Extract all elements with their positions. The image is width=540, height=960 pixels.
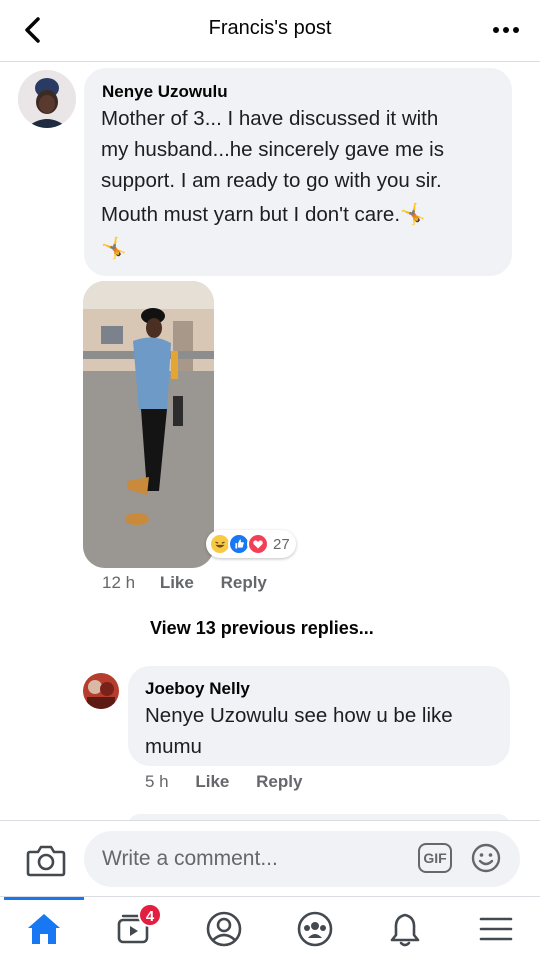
comment-line: support. I am ready to go with you sir. bbox=[101, 169, 442, 192]
reply-text: Nenye Uzowulu see how u be like mumu bbox=[145, 700, 505, 762]
commenter-avatar[interactable] bbox=[18, 70, 76, 128]
reply-meta: 5 h Like Reply bbox=[145, 772, 302, 792]
reply-avatar-photo bbox=[83, 673, 119, 709]
comment-text: Mother of 3... I have discussed it with … bbox=[101, 103, 501, 264]
photo-image bbox=[83, 281, 214, 568]
reply-author[interactable]: Joeboy Nelly bbox=[145, 679, 250, 699]
comment-line: Mother of 3... I have discussed it with bbox=[101, 107, 439, 130]
like-button[interactable]: Like bbox=[160, 573, 194, 593]
reply-button[interactable]: Reply bbox=[221, 573, 267, 593]
comment-photo[interactable] bbox=[83, 281, 214, 568]
reply-avatar[interactable] bbox=[83, 673, 119, 709]
reply-line: mumu bbox=[145, 735, 202, 758]
comment-author[interactable]: Nenye Uzowulu bbox=[102, 82, 228, 102]
reply-reply-button[interactable]: Reply bbox=[256, 772, 302, 792]
reaction-summary[interactable]: 27 bbox=[206, 530, 296, 558]
bottom-navigation: 4 bbox=[0, 896, 540, 960]
smiley-icon[interactable] bbox=[470, 842, 502, 874]
love-reaction-icon bbox=[247, 533, 269, 555]
bell-icon[interactable] bbox=[385, 909, 425, 949]
comment-bubble[interactable]: Nenye Uzowulu Mother of 3... I have disc… bbox=[84, 68, 512, 276]
post-header: Francis's post bbox=[0, 0, 540, 62]
comment-input-placeholder: Write a comment... bbox=[102, 847, 278, 870]
reply-line: Nenye Uzowulu see how u be like bbox=[145, 704, 453, 727]
watch-badge: 4 bbox=[138, 903, 162, 927]
avatar-photo bbox=[18, 70, 76, 128]
gif-button[interactable]: GIF bbox=[418, 843, 452, 873]
comment-line: my husband...he sincerely gave me is bbox=[101, 138, 444, 161]
camera-icon[interactable] bbox=[26, 842, 66, 878]
page-title: Francis's post bbox=[208, 17, 332, 39]
reply-bubble[interactable]: Joeboy Nelly Nenye Uzowulu see how u be … bbox=[128, 666, 510, 766]
comment-line: 🤸 bbox=[101, 237, 127, 260]
comment-time: 12 h bbox=[102, 573, 136, 592]
view-previous-replies-link[interactable]: View 13 previous replies... bbox=[150, 618, 374, 639]
reaction-count: 27 bbox=[273, 535, 290, 553]
reply-time: 5 h bbox=[145, 772, 169, 791]
reply-like-button[interactable]: Like bbox=[195, 772, 229, 792]
comment-meta: 12 h Like Reply bbox=[102, 573, 267, 593]
menu-icon[interactable] bbox=[476, 909, 516, 949]
comment-line: Mouth must yarn but I don't care.🤸 bbox=[101, 203, 426, 226]
active-tab-indicator bbox=[4, 897, 84, 900]
profile-icon[interactable] bbox=[204, 909, 244, 949]
comment-composer: Write a comment... GIF bbox=[0, 820, 540, 896]
comment-input[interactable]: Write a comment... GIF bbox=[84, 831, 520, 887]
home-icon[interactable] bbox=[24, 909, 64, 949]
more-icon[interactable] bbox=[490, 18, 522, 42]
groups-icon[interactable] bbox=[295, 909, 335, 949]
